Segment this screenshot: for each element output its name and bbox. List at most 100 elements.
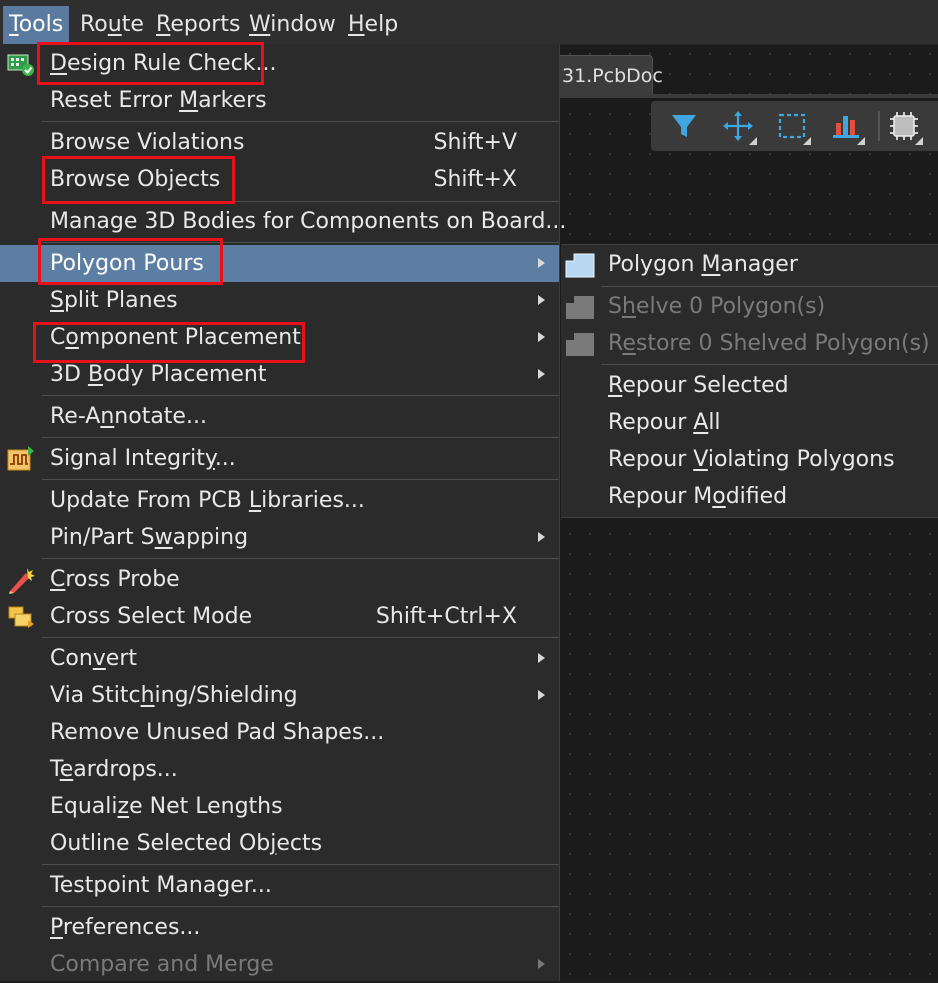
filter-button[interactable] [665, 107, 703, 145]
menubar-reports[interactable]: Reports [150, 6, 246, 44]
menu-item-split-planes[interactable]: Split Planes [0, 282, 559, 319]
menu-item-preferences[interactable]: Preferences... [0, 909, 559, 946]
menu-item-pin-part-swapping[interactable]: Pin/Part Swapping [0, 519, 559, 556]
menubar-route[interactable]: Route [74, 6, 150, 44]
submenu-item-restore-shelved-polygons: Restore 0 Shelved Polygon(s) [561, 325, 938, 362]
document-tab[interactable]: 31.PcbDoc [555, 55, 663, 95]
label-pre: Outline Selected Ob [50, 831, 271, 856]
label-mnemonic: n [100, 404, 115, 429]
menu-item-convert[interactable]: Convert [0, 640, 559, 677]
label-pre: Signal Integrit [50, 446, 205, 471]
select-dropdown-indicator [803, 137, 811, 145]
label-post: ... [214, 446, 236, 471]
submenu-arrow-icon [538, 690, 545, 700]
menu-label-mnemonic: T [9, 12, 19, 37]
menubar-tools[interactable]: Tools [3, 6, 70, 44]
select-rect-button[interactable] [773, 107, 811, 145]
menu-separator [42, 395, 559, 396]
label-post: arkers [198, 88, 267, 113]
label-post: store 0 Shelved Polygon(s) [635, 331, 930, 356]
label-post: ross Probe [65, 567, 180, 592]
label-post: ibraries... [261, 488, 365, 513]
label-mnemonic: V [693, 447, 708, 472]
menu-label-mnemonic: W [249, 12, 271, 37]
menu-item-compare-and-merge: Compare and Merge [0, 946, 559, 983]
menubar: Tools Route Reports Window Help [0, 0, 938, 45]
label-post: dified [725, 484, 788, 509]
toolbar-separator [878, 111, 880, 141]
submenu-arrow-icon [538, 532, 545, 542]
menu-label-post: te [121, 12, 144, 37]
label-post: ardrops... [73, 757, 178, 782]
move-dropdown-indicator [749, 137, 757, 145]
drc-icon [6, 49, 36, 79]
component-button[interactable] [885, 107, 923, 145]
label-mnemonic: A [693, 410, 709, 435]
submenu-item-repour-selected[interactable]: Repour Selected [561, 367, 938, 404]
menu-item-testpoint-manager[interactable]: Testpoint Manager... [0, 867, 559, 904]
annotation-box-component-placement [33, 322, 305, 363]
label-mnemonic: e [59, 757, 74, 782]
menu-item-signal-integrity[interactable]: Signal Integrity... [0, 440, 559, 477]
menu-item-re-annotate[interactable]: Re-Annotate... [0, 398, 559, 435]
submenu-arrow-icon [538, 959, 545, 969]
label-pre: R [608, 331, 623, 356]
bar-chart-button[interactable] [827, 107, 865, 145]
submenu-item-repour-all[interactable]: Repour All [561, 404, 938, 441]
label-text: Cross Select Mode [50, 604, 253, 629]
menu-item-via-stitching[interactable]: Via Stitching/Shielding [0, 677, 559, 714]
document-tab-label: 31.PcbDoc [562, 65, 663, 87]
label-post: apping [172, 525, 249, 550]
label-text: Testpoint Manager... [50, 873, 272, 898]
shortcut-text: Shift+X [433, 167, 517, 192]
submenu-arrow-icon [538, 258, 545, 268]
label-pre: 3D [50, 362, 88, 387]
label-mnemonic: R [608, 373, 623, 398]
menu-separator [42, 637, 559, 638]
menu-separator [42, 121, 559, 122]
cross-probe-icon [6, 565, 36, 595]
submenu-item-polygon-manager[interactable]: Polygon Manager [561, 246, 938, 283]
submenu-item-repour-modified[interactable]: Repour Modified [561, 478, 938, 515]
label-pre: Via Stitc [50, 683, 141, 708]
menu-item-teardrops[interactable]: Teardrops... [0, 751, 559, 788]
submenu-item-repour-violating-polygons[interactable]: Repour Violating Polygons [561, 441, 938, 478]
menu-item-update-from-pcb-libraries[interactable]: Update From PCB Libraries... [0, 482, 559, 519]
menu-item-remove-unused-pad-shapes[interactable]: Remove Unused Pad Shapes... [0, 714, 559, 751]
menu-label-post: indow [270, 12, 336, 37]
signal-integrity-icon [6, 444, 36, 474]
label-mnemonic: h [621, 294, 636, 319]
move-button[interactable] [719, 107, 757, 145]
label-mnemonic: e [622, 331, 636, 356]
label-mnemonic: B [87, 362, 104, 387]
menu-item-manage-3d-bodies[interactable]: Manage 3D Bodies for Components on Board… [0, 203, 566, 240]
pcb-toolbar [651, 101, 938, 151]
label-mnemonic: o [712, 484, 726, 509]
document-tab-strip [560, 94, 938, 98]
shortcut-text: Shift+V [433, 130, 518, 155]
label-post: elve 0 Polygon(s) [635, 294, 826, 319]
label-pre: Update From PCB [50, 488, 249, 513]
menu-item-equalize-net-lengths[interactable]: Equalize Net Lengths [0, 788, 559, 825]
annotation-box-browse-objects [42, 156, 235, 204]
menu-item-reset-error-markers[interactable]: Reset Error Markers [0, 82, 559, 119]
polygon-pours-submenu: Polygon Manager Shelve 0 Polygon(s) Rest… [561, 244, 938, 518]
label-post: e Net Lengths [129, 794, 283, 819]
menu-item-outline-selected-objects[interactable]: Outline Selected Objects [0, 825, 559, 862]
menu-item-cross-probe[interactable]: Cross Probe [0, 561, 559, 598]
label-mnemonic: v [92, 646, 106, 671]
label-pre: T [50, 757, 60, 782]
menu-item-cross-select-mode[interactable]: Cross Select Mode Shift+Ctrl+X [0, 598, 559, 635]
menu-label-post: eports [170, 12, 241, 37]
label-mnemonic: C [50, 567, 66, 592]
label-post: epour Selected [622, 373, 789, 398]
menubar-window[interactable]: Window [243, 6, 342, 44]
menubar-help[interactable]: Help [342, 6, 404, 44]
label-pre: Equali [50, 794, 118, 819]
label-mnemonic: M [701, 252, 721, 277]
label-text: Manage 3D Bodies for Components on Board… [50, 209, 567, 234]
label-pre: Pin/Part S [50, 525, 155, 550]
label-mnemonic: y [204, 446, 215, 471]
label-text: Compare and Merge [50, 952, 274, 977]
label-pre: Repour [608, 410, 694, 435]
